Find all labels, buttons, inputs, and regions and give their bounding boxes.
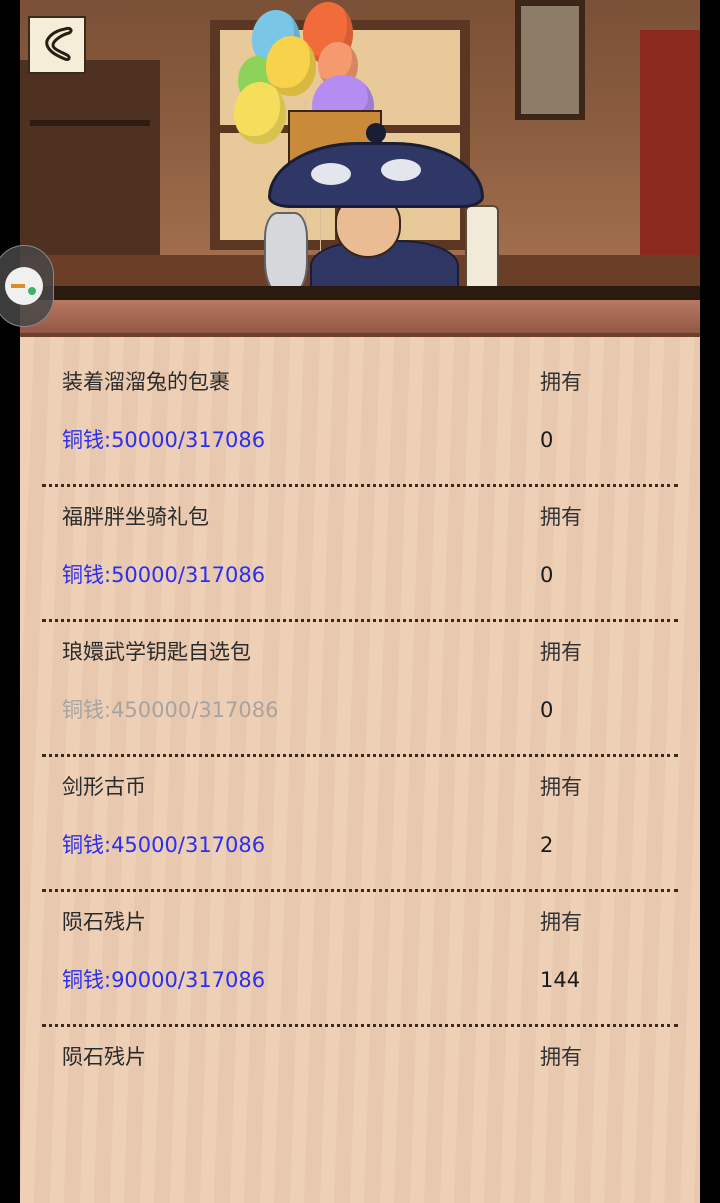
owned-label: 拥有 xyxy=(540,1045,582,1069)
list-item[interactable]: 琅嬛武学钥匙自选包 拥有 铜钱:450000/317086 0 xyxy=(20,607,700,757)
merchant-scene xyxy=(20,0,700,300)
owned-label: 拥有 xyxy=(540,910,582,934)
item-cost: 铜钱:50000/317086 xyxy=(62,428,266,452)
owned-count: 0 xyxy=(540,563,554,587)
item-name: 琅嬛武学钥匙自选包 xyxy=(62,640,251,664)
item-cost: 铜钱:90000/317086 xyxy=(62,968,266,992)
floating-gamepad-button[interactable] xyxy=(0,245,54,327)
owned-count: 0 xyxy=(540,698,554,722)
list-item[interactable]: 福胖胖坐骑礼包 拥有 铜钱:50000/317086 0 xyxy=(20,472,700,622)
list-item[interactable]: 装着溜溜兔的包裹 拥有 铜钱:50000/317086 0 xyxy=(20,337,700,487)
wood-plank-divider xyxy=(20,297,700,337)
shop-item-list[interactable]: 装着溜溜兔的包裹 拥有 铜钱:50000/317086 0 福胖胖坐骑礼包 拥有… xyxy=(20,337,700,1203)
owned-count: 2 xyxy=(540,833,554,857)
balloon-icon xyxy=(234,82,286,144)
list-item[interactable]: 剑形古币 拥有 铜钱:45000/317086 2 xyxy=(20,742,700,892)
owned-label: 拥有 xyxy=(540,370,582,394)
item-name: 剑形古币 xyxy=(62,775,146,799)
list-item[interactable]: 陨石残片 拥有 xyxy=(20,1012,700,1147)
item-cost: 铜钱:45000/317086 xyxy=(62,833,266,857)
shop-screen: 装着溜溜兔的包裹 拥有 铜钱:50000/317086 0 福胖胖坐骑礼包 拥有… xyxy=(20,0,700,1203)
item-name: 陨石残片 xyxy=(62,910,146,934)
owned-label: 拥有 xyxy=(540,775,582,799)
sack-icon xyxy=(264,212,308,296)
back-arrow-icon xyxy=(45,27,73,61)
item-cost: 铜钱:50000/317086 xyxy=(62,563,266,587)
item-cost: 铜钱:450000/317086 xyxy=(62,698,279,722)
owned-label: 拥有 xyxy=(540,640,582,664)
scroll-icon xyxy=(465,205,499,294)
item-name: 福胖胖坐骑礼包 xyxy=(62,505,209,529)
list-item[interactable]: 陨石残片 拥有 铜钱:90000/317086 144 xyxy=(20,877,700,1027)
owned-label: 拥有 xyxy=(540,505,582,529)
owned-count: 0 xyxy=(540,428,554,452)
back-button[interactable] xyxy=(28,16,86,74)
item-name: 陨石残片 xyxy=(62,1045,146,1069)
item-name: 装着溜溜兔的包裹 xyxy=(62,370,230,394)
owned-count: 144 xyxy=(540,968,581,992)
background-painting xyxy=(515,0,585,120)
gamepad-icon xyxy=(5,267,43,305)
background-shelf xyxy=(20,60,160,260)
